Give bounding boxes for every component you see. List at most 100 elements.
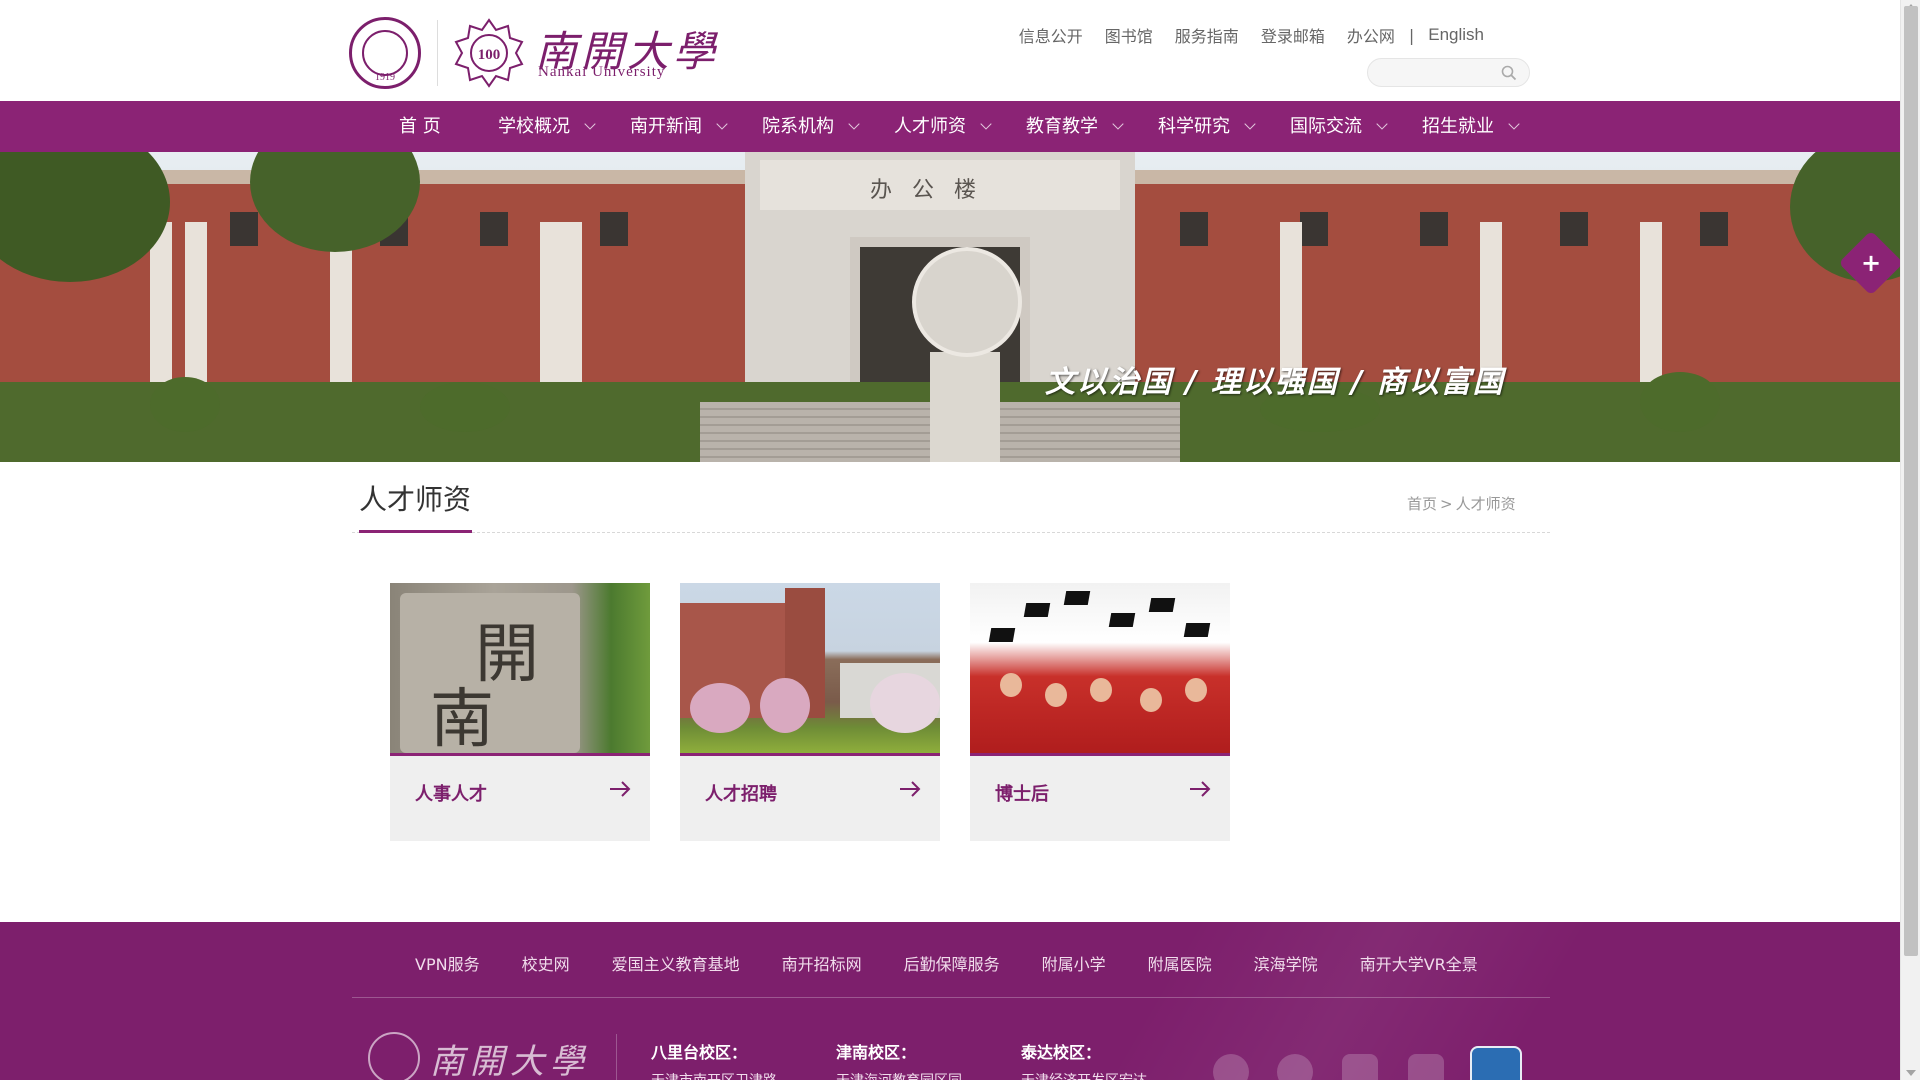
arrow-right-icon[interactable]	[1188, 777, 1212, 801]
footer-logo-divider	[616, 1034, 617, 1080]
banner-window	[1180, 212, 1208, 246]
arrow-right-icon[interactable]	[608, 777, 632, 801]
scrollbar-thumb[interactable]	[1904, 6, 1918, 956]
search-input[interactable]	[1378, 63, 1498, 83]
chevron-down-icon	[716, 118, 728, 130]
nav-item-home[interactable]: 首 页	[366, 101, 498, 152]
card-accent-bar	[680, 753, 940, 756]
footer-links: VPN服务 校史网 爱国主义教育基地 南开招标网 后勤保障服务 附属小学 附属医…	[415, 951, 1520, 975]
blossom-tree	[870, 673, 940, 733]
nav-item-overview[interactable]: 学校概况	[498, 101, 630, 152]
footer-divider	[352, 997, 1550, 998]
card-recruitment[interactable]: 人才招聘	[680, 583, 940, 841]
banner-window	[600, 212, 628, 246]
breadcrumb-home[interactable]: 首页	[1407, 495, 1437, 513]
graduation-cap	[1183, 623, 1211, 637]
nav-label: 科学研究	[1158, 116, 1230, 137]
footer-seal-logo	[368, 1032, 420, 1080]
blossom-tree	[690, 683, 750, 733]
graduate-face	[1000, 673, 1022, 697]
graduation-cap	[1023, 603, 1051, 617]
graduate-face	[1185, 678, 1207, 702]
expand-plus-button[interactable]: +	[1838, 230, 1904, 296]
graduate-face	[1045, 683, 1067, 707]
nav-item-education[interactable]: 教育教学	[1026, 101, 1158, 152]
building-sign: 办公楼	[870, 178, 997, 203]
blossom-tree	[760, 678, 810, 733]
card-postdoc[interactable]: 博士后	[970, 583, 1230, 841]
centennial-badge-icon[interactable]: 100	[454, 18, 524, 88]
graduation-cap	[1108, 613, 1136, 627]
card-accent-bar	[970, 753, 1230, 756]
bilibili-icon[interactable]	[1408, 1054, 1444, 1080]
app-icon[interactable]	[1470, 1046, 1522, 1080]
banner-roof-right	[1130, 170, 1900, 184]
footer-link-binhai-college[interactable]: 滨海学院	[1254, 951, 1318, 975]
chevron-down-icon	[1244, 118, 1256, 130]
link-english[interactable]: English	[1428, 25, 1484, 45]
nav-item-departments[interactable]: 院系机构	[762, 101, 894, 152]
banner-window	[480, 212, 508, 246]
chevron-down-icon	[1112, 118, 1124, 130]
stone-glyph: 南	[430, 683, 494, 753]
nav-item-international[interactable]: 国际交流	[1290, 101, 1422, 152]
title-divider	[352, 532, 1550, 533]
card-image-campus	[680, 583, 940, 753]
graduation-cap	[1063, 591, 1091, 605]
campus-address-balitai: 天津市南开区卫津路	[651, 1070, 777, 1080]
chevron-down-icon	[1508, 118, 1520, 130]
footer-logo-name: 南開大學	[430, 1042, 590, 1080]
link-info-disclosure[interactable]: 信息公开	[1019, 23, 1083, 47]
banner-sundial	[912, 247, 1022, 357]
link-office-net[interactable]: 办公网	[1347, 23, 1395, 47]
plus-icon: +	[1860, 249, 1882, 277]
nav-label: 首 页	[399, 116, 441, 137]
footer-link-patriotic-base[interactable]: 爱国主义教育基地	[612, 951, 740, 975]
footer-link-primary-school[interactable]: 附属小学	[1042, 951, 1106, 975]
banner-motto: 文以治国 / 理以强国 / 商以富国	[1045, 365, 1505, 400]
page-scrollbar[interactable]	[1900, 0, 1920, 1080]
nav-label: 招生就业	[1422, 116, 1494, 137]
card-image-stone-inscription: 開 南	[390, 583, 650, 753]
footer-link-vr-tour[interactable]: 南开大学VR全景	[1360, 951, 1478, 975]
footer-link-history[interactable]: 校史网	[522, 951, 570, 975]
link-service-guide[interactable]: 服务指南	[1175, 23, 1239, 47]
campus-address-taida: 天津经济开发区宏达	[1021, 1070, 1147, 1080]
search-icon[interactable]	[1501, 65, 1517, 81]
wechat-icon[interactable]	[1213, 1054, 1249, 1080]
card-personnel[interactable]: 開 南 人事人才	[390, 583, 650, 841]
weibo-icon[interactable]	[1277, 1054, 1313, 1080]
arrow-right-icon[interactable]	[898, 777, 922, 801]
logo-divider	[437, 20, 438, 86]
breadcrumb-separator: >	[1440, 495, 1453, 513]
nav-label: 学校概况	[498, 116, 570, 137]
nav-item-admissions[interactable]: 招生就业	[1422, 101, 1554, 152]
graduation-cap	[988, 628, 1016, 642]
scroll-down-arrow-icon[interactable]	[1906, 1070, 1916, 1076]
logo-english-name[interactable]: Nankai University	[538, 64, 665, 81]
graduate-face	[1090, 678, 1112, 702]
nav-label: 南开新闻	[630, 116, 702, 137]
footer-link-vpn[interactable]: VPN服务	[415, 951, 480, 975]
site-header: 1919 100 南開大學 Nankai University 信息公开 图书馆…	[0, 0, 1900, 101]
nav-item-news[interactable]: 南开新闻	[630, 101, 762, 152]
nav-item-faculty[interactable]: 人才师资	[894, 101, 1026, 152]
card-label: 人事人才	[415, 784, 487, 805]
top-links: 信息公开 图书馆 服务指南 登录邮箱 办公网 | English	[997, 23, 1484, 47]
banner-shrub	[150, 377, 220, 432]
footer-link-bidding[interactable]: 南开招标网	[782, 951, 862, 975]
footer-link-logistics[interactable]: 后勤保障服务	[904, 951, 1000, 975]
chevron-down-icon	[1376, 118, 1388, 130]
link-email-login[interactable]: 登录邮箱	[1261, 23, 1325, 47]
card-label: 人才招聘	[705, 784, 777, 805]
toplinks-separator: |	[1408, 25, 1415, 45]
link-library[interactable]: 图书馆	[1105, 23, 1153, 47]
seal-year: 1919	[375, 72, 395, 83]
tiktok-icon[interactable]	[1342, 1054, 1378, 1080]
campus-name-balitai: 八里台校区：	[651, 1043, 748, 1062]
campus-name-taida: 泰达校区：	[1021, 1043, 1102, 1062]
page: 1919 100 南開大學 Nankai University 信息公开 图书馆…	[0, 0, 1920, 1080]
nav-item-research[interactable]: 科学研究	[1158, 101, 1290, 152]
footer-link-hospital[interactable]: 附属医院	[1148, 951, 1212, 975]
university-seal-logo[interactable]: 1919	[349, 17, 421, 89]
